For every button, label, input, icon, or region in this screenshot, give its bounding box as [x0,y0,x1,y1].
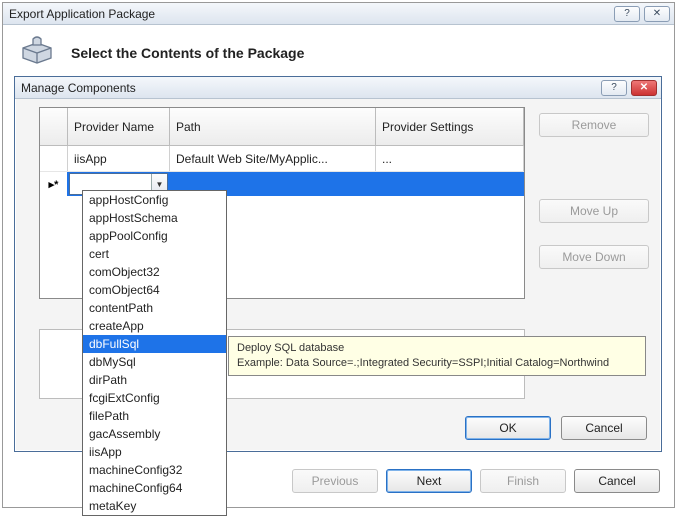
remove-button[interactable]: Remove [539,113,649,137]
provider-dropdown-list[interactable]: appHostConfigappHostSchemaappPoolConfigc… [82,190,227,516]
new-row-settings-cell[interactable] [376,172,524,196]
wizard-heading: Select the Contents of the Package [57,45,304,61]
side-buttons-top: Remove [539,113,649,137]
dropdown-item[interactable]: appHostConfig [83,191,226,209]
dropdown-item[interactable]: machineConfig64 [83,479,226,497]
close-button[interactable]: ✕ [644,6,670,22]
dropdown-item[interactable]: contentPath [83,299,226,317]
dropdown-item[interactable]: appPoolConfig [83,227,226,245]
grid-header-provider[interactable]: Provider Name [68,108,170,145]
dropdown-item[interactable]: metaKey [83,497,226,515]
help-button[interactable]: ? [614,6,640,22]
dropdown-item[interactable]: dbMySql [83,353,226,371]
movedown-button[interactable]: Move Down [539,245,649,269]
new-row-indicator: ▸* [40,172,68,196]
dropdown-item[interactable]: filePath [83,407,226,425]
side-buttons-mid: Move Up Move Down [539,199,649,269]
row-indicator [40,146,68,171]
tooltip-line2: Example: Data Source=.;Integrated Securi… [237,356,637,371]
grid-header-row: Provider Name Path Provider Settings [40,108,524,146]
cancel-button[interactable]: Cancel [574,469,660,493]
dropdown-item[interactable]: fcgiExtConfig [83,389,226,407]
dropdown-item[interactable]: dbFullSql [83,335,226,353]
dropdown-item[interactable]: createApp [83,317,226,335]
inner-help-button[interactable]: ? [601,80,627,96]
wizard-header: Select the Contents of the Package [3,25,674,83]
grid-header-path[interactable]: Path [170,108,376,145]
dropdown-item[interactable]: comObject32 [83,263,226,281]
grid-header-indicator [40,108,68,145]
inner-close-button[interactable]: ✕ [631,80,657,96]
inner-cancel-button[interactable]: Cancel [561,416,647,440]
moveup-button[interactable]: Move Up [539,199,649,223]
outer-titlebar: Export Application Package ? ✕ [3,3,674,25]
outer-window-title: Export Application Package [7,7,610,21]
inner-dialog-title: Manage Components [19,81,597,95]
next-button[interactable]: Next [386,469,472,493]
dropdown-item[interactable]: cert [83,245,226,263]
table-row[interactable]: iisApp Default Web Site/MyApplic... ... [40,146,524,172]
cell-settings[interactable]: ... [376,146,524,171]
dropdown-item[interactable]: dirPath [83,371,226,389]
cell-provider[interactable]: iisApp [68,146,170,171]
inner-titlebar: Manage Components ? ✕ [15,77,661,99]
dropdown-item[interactable]: machineConfig32 [83,461,226,479]
finish-button[interactable]: Finish [480,469,566,493]
previous-button[interactable]: Previous [292,469,378,493]
grid-header-settings[interactable]: Provider Settings [376,108,524,145]
dropdown-item[interactable]: iisApp [83,443,226,461]
tooltip: Deploy SQL database Example: Data Source… [228,336,646,376]
dropdown-item[interactable]: appHostSchema [83,209,226,227]
package-icon [17,33,57,73]
dropdown-item[interactable]: gacAssembly [83,425,226,443]
cell-path[interactable]: Default Web Site/MyApplic... [170,146,376,171]
dropdown-item[interactable]: comObject64 [83,281,226,299]
ok-button[interactable]: OK [465,416,551,440]
tooltip-line1: Deploy SQL database [237,341,637,356]
